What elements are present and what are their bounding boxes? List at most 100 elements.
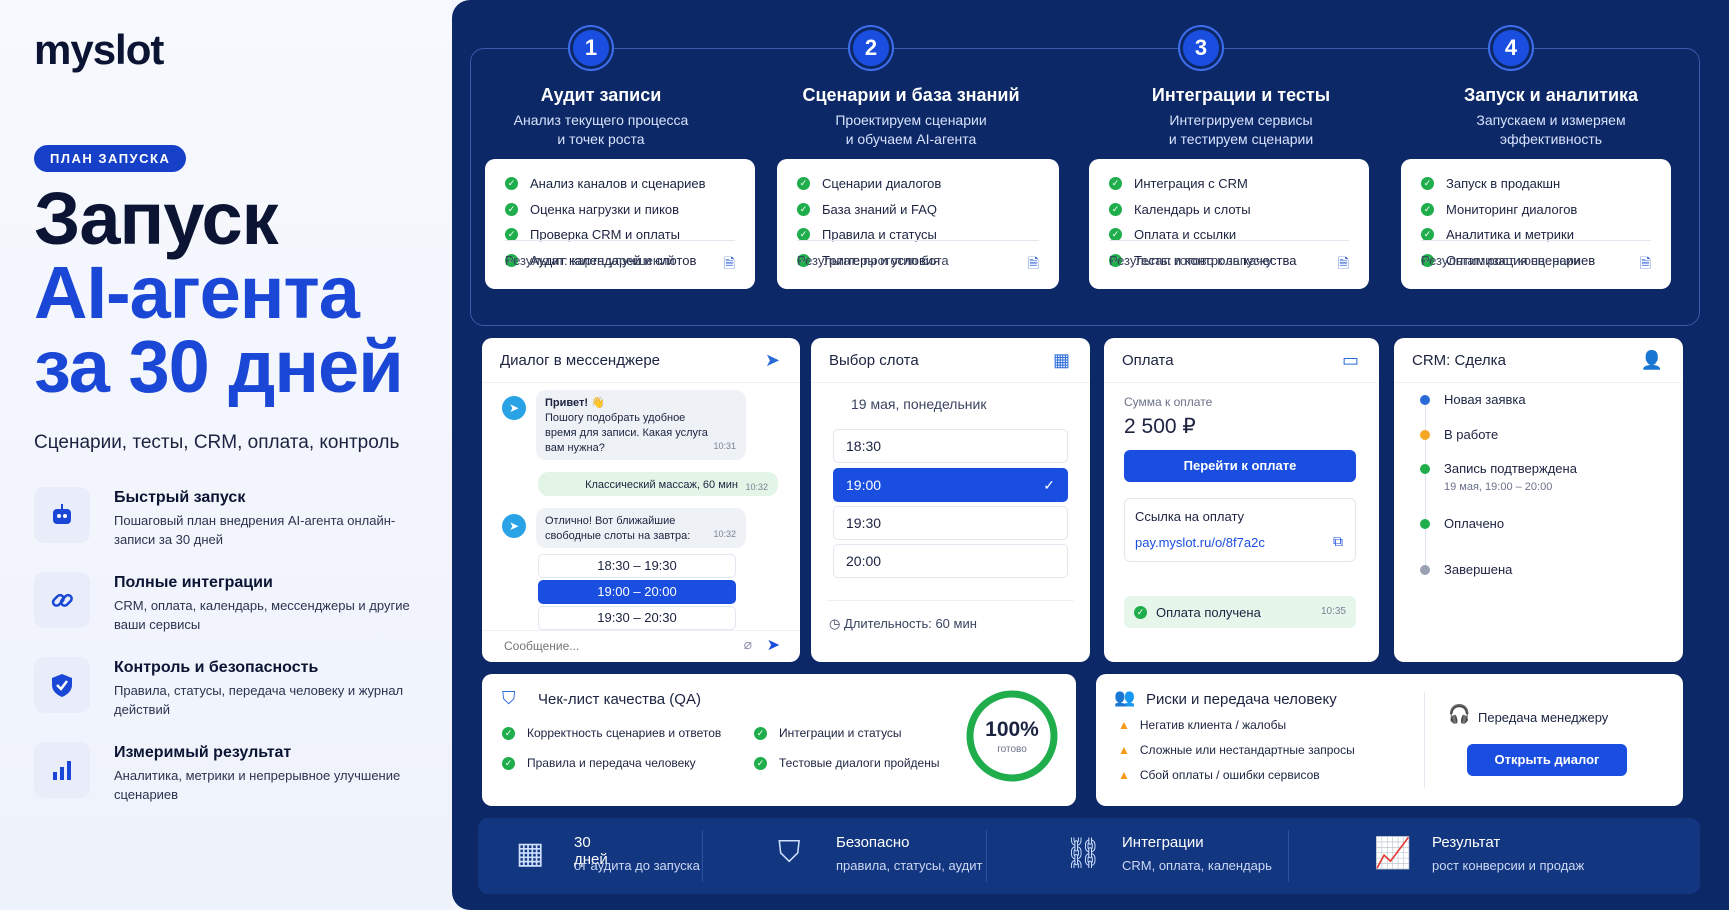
copy-icon[interactable]: ⧉ — [1333, 533, 1343, 550]
step-desc: Интегрируем сервисы и тестируем сценарии — [1168, 112, 1314, 147]
checklist-item: ✓ Интеграция с CRM — [1109, 171, 1349, 197]
link-icon — [34, 572, 90, 628]
feature-desc: CRM, оплата, календарь, мессенджеры и др… — [114, 598, 410, 632]
checklist-item: ✓ Анализ каналов и сценариев — [505, 171, 735, 197]
chat-slot-option[interactable]: 19:30 – 20:30 — [538, 606, 736, 630]
checklist-item: ✓ Календарь и слоты — [1109, 197, 1349, 223]
checklist-item: ✓ База знаний и FAQ — [797, 197, 1039, 223]
check-icon: ✓ — [1134, 606, 1147, 619]
slot-option-selected[interactable]: 19:00 ✓ — [833, 468, 1068, 502]
check-icon: ✓ — [1421, 177, 1434, 191]
stage-dot — [1420, 565, 1430, 575]
step-number: 1 — [570, 27, 612, 69]
stage-dot — [1420, 430, 1430, 440]
checklist-item: ✓ Тестовые диалоги пройдены — [754, 756, 939, 770]
left-panel: myslot ПЛАН ЗАПУСКА Запуск AI-агента за … — [0, 0, 452, 910]
telegram-avatar-icon: ➤ — [502, 514, 526, 538]
feature-integrations: Полные интеграции CRM, оплата, календарь… — [34, 572, 434, 636]
step-title: Интеграции и тесты — [1151, 85, 1331, 105]
duration: ◷ Длительность: 60 мин — [829, 616, 977, 631]
step-2-card: ✓ Сценарии диалогов ✓ База знаний и FAQ ✓ П… — [777, 159, 1059, 289]
open-dialog-button[interactable]: Открыть диалог — [1467, 744, 1627, 776]
right-panel: 1 Аудит записи Анализ текущего процесса и… — [452, 0, 1729, 910]
risk-item: ▲ Сбой оплаты / ошибки сервисов — [1118, 768, 1320, 782]
step-title: Сценарии и база знаний — [802, 85, 1020, 105]
payment-panel: Оплата ▭ Сумма к оплате 2 500 ₽ Перейти … — [1104, 338, 1379, 662]
send-icon[interactable]: ➤ — [767, 635, 780, 655]
chat-slot-option-selected[interactable]: 19:00 – 20:00 — [538, 580, 736, 604]
document-icon: 🗎 — [1337, 255, 1349, 271]
check-icon: ✓ — [1109, 177, 1122, 191]
step-title: Аудит записи — [540, 85, 662, 105]
panel-title: CRM: Сделка — [1412, 352, 1506, 369]
checklist-item: ✓ Запуск в продакшн — [1421, 171, 1651, 197]
credit-card-icon: ▭ — [1341, 350, 1359, 370]
crm-stage: В работе — [1444, 427, 1499, 442]
crm-stage-sub: 19 мая, 19:00 – 20:00 — [1444, 481, 1553, 493]
hero-subtitle: Сценарии, тесты, CRM, оплата, контроль — [34, 432, 400, 453]
check-icon: ✓ — [797, 202, 810, 216]
users-icon: 👥 — [1114, 688, 1136, 707]
shield-check-icon: ⛉ — [778, 836, 801, 869]
slot-option[interactable]: 19:30 — [833, 506, 1068, 540]
risk-item: ▲ Сложные или нестандартные запросы — [1118, 743, 1355, 757]
link-icon: ⛓ — [1064, 837, 1103, 870]
warning-icon: ▲ — [1118, 718, 1130, 732]
progress-label: готово — [997, 744, 1027, 755]
attach-icon[interactable]: ⌀ — [744, 636, 752, 653]
stage-dot — [1420, 519, 1430, 529]
step-number: 4 — [1490, 27, 1532, 69]
warning-icon: ▲ — [1118, 768, 1130, 782]
document-icon: 🗎 — [1639, 255, 1651, 271]
panel-title: Оплата — [1122, 352, 1174, 369]
step-result: Результат: карта улучшений 🗎 — [505, 240, 735, 277]
chat-slot-option[interactable]: 18:30 – 19:30 — [538, 554, 736, 578]
panel-title: Чек-лист качества (QA) — [538, 691, 701, 708]
check-icon: ✓ — [797, 177, 810, 191]
payment-link[interactable]: pay.myslot.ru/o/8f7a2c — [1135, 535, 1265, 550]
payment-link-box: Ссылка на оплату pay.myslot.ru/o/8f7a2c … — [1124, 498, 1356, 562]
checkmark-icon: ✓ — [1043, 477, 1055, 493]
feature-title: Измеримый результат — [114, 744, 292, 761]
feature-title: Быстрый запуск — [114, 489, 246, 506]
slot-option[interactable]: 18:30 — [833, 429, 1068, 463]
stage-dot — [1420, 464, 1430, 474]
feature-results: Измеримый результат Аналитика, метрики и… — [34, 742, 434, 806]
step-3-card: ✓ Интеграция с CRM ✓ Календарь и слоты ✓ Оп… — [1089, 159, 1369, 289]
feature-desc: Пошаговый план внедрения AI-агента онлай… — [114, 513, 396, 547]
crm-stage: Запись подтверждена — [1444, 461, 1577, 476]
step-number: 3 — [1180, 27, 1222, 69]
checklist-item: ✓ Правила и передача человеку — [502, 756, 696, 770]
telegram-icon: ➤ — [764, 350, 780, 370]
payment-status: ✓ Оплата получена 10:35 — [1124, 596, 1356, 628]
step-result: Результат: рост конверсии 🗎 — [1421, 240, 1651, 277]
document-icon: 🗎 — [723, 255, 735, 271]
step-title: Запуск и аналитика — [1463, 85, 1639, 105]
panel-title: Диалог в мессенджере — [500, 352, 661, 369]
telegram-avatar-icon: ➤ — [502, 396, 526, 420]
step-desc: Запускаем и измеряем эффективность — [1476, 112, 1626, 147]
bot-message: Привет! 👋 Пошогу подобрать удобное время… — [536, 390, 746, 460]
check-icon: ✓ — [505, 202, 518, 216]
document-icon: 🗎 — [1027, 255, 1039, 271]
chat-panel: Диалог в мессенджере ➤ ➤ Привет! 👋 Пошог… — [482, 338, 800, 662]
bar-chart-icon — [34, 742, 90, 798]
slot-option[interactable]: 20:00 — [833, 544, 1068, 578]
plan-badge: ПЛАН ЗАПУСКА — [34, 145, 187, 172]
growth-chart-icon: 📈 — [1374, 837, 1412, 870]
feature-fast-launch: Быстрый запуск Пошаговый план внедрения … — [34, 487, 434, 551]
check-icon: ✓ — [1109, 202, 1122, 216]
feature-title: Полные интеграции — [114, 574, 273, 591]
checklist-item: ✓ Интеграции и статусы — [754, 726, 902, 740]
crm-stage: Завершена — [1444, 562, 1513, 577]
selected-date: 19 мая, понедельник — [851, 396, 987, 412]
amount-value: 2 500 ₽ — [1124, 415, 1196, 438]
feature-desc: Аналитика, метрики и непрерывное улучшен… — [114, 768, 401, 802]
message-input[interactable] — [504, 634, 704, 658]
pay-button[interactable]: Перейти к оплате — [1124, 450, 1356, 482]
step-desc: Проектируем сценарии и обучаем AI-агента — [835, 112, 987, 147]
warning-icon: ▲ — [1118, 743, 1130, 757]
handoff-label: Передача менеджеру — [1478, 710, 1609, 725]
check-icon: ✓ — [1421, 202, 1434, 216]
calendar-icon: ▦ — [1052, 350, 1070, 370]
